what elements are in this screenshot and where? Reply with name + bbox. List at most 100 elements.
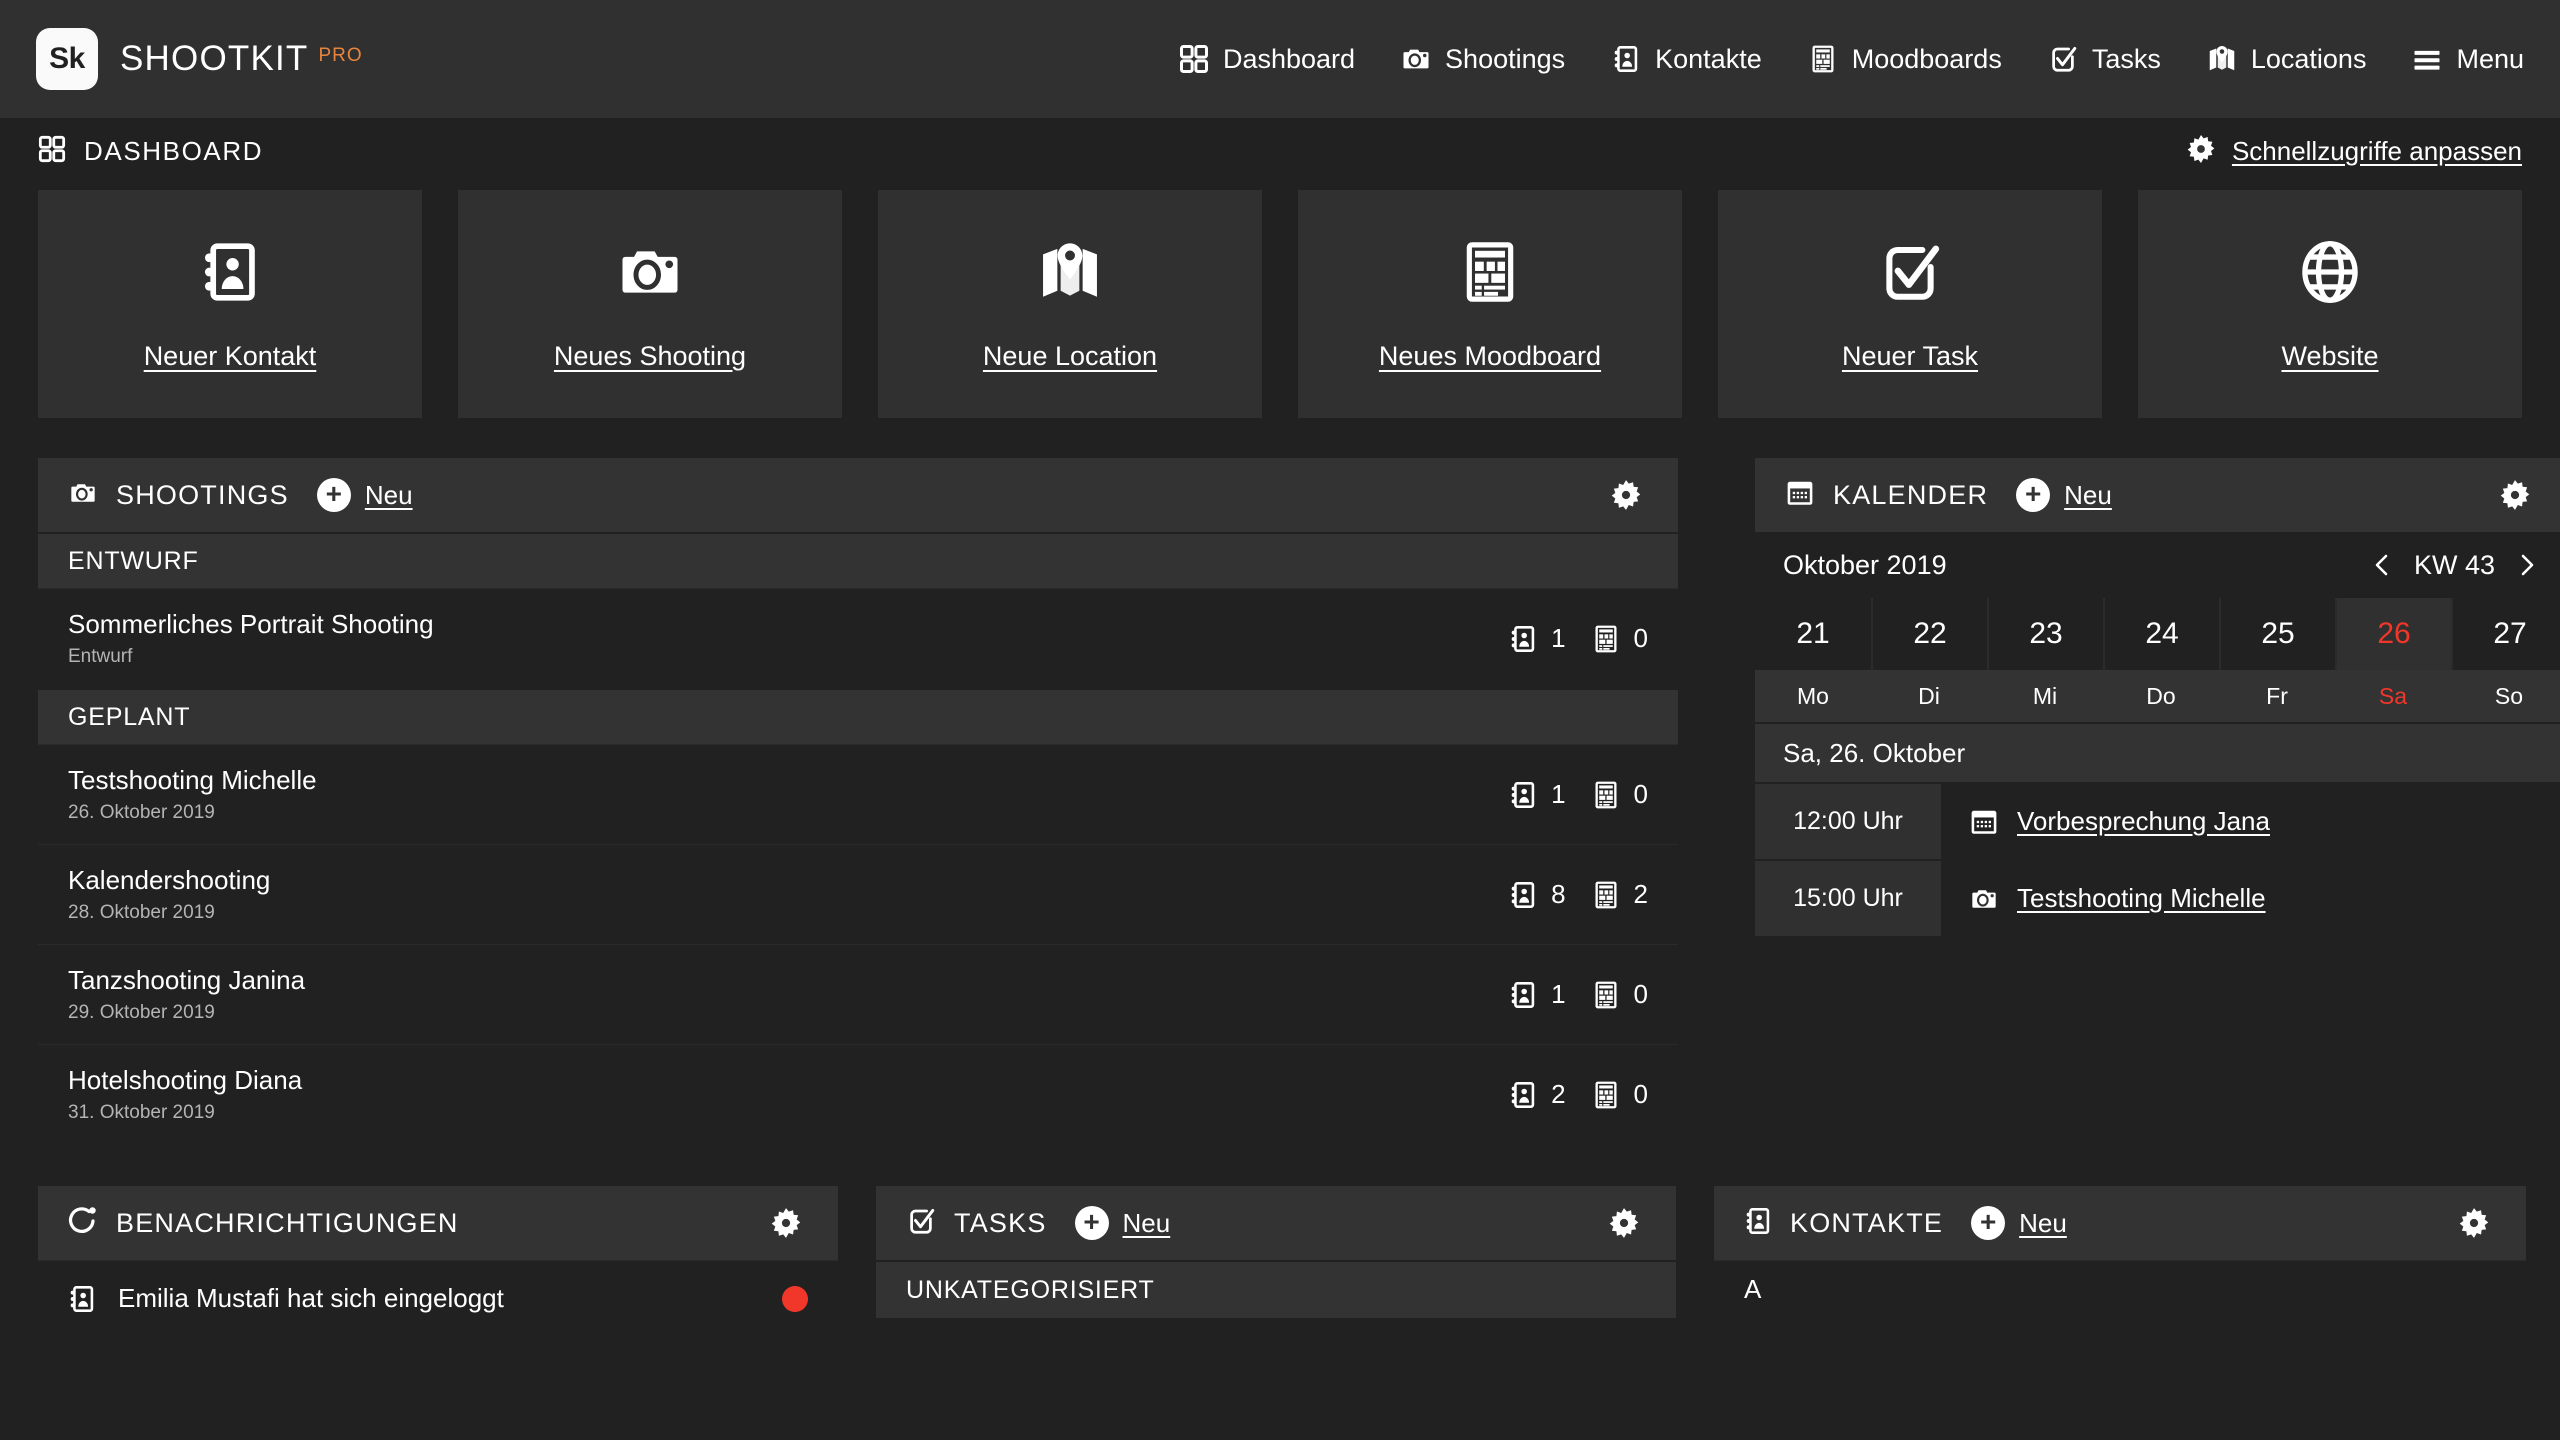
tile-label: Neuer Task — [1841, 340, 1979, 371]
panel-title: KALENDER — [1833, 479, 1989, 510]
plus-icon: + — [316, 478, 351, 512]
nav-item-shootings[interactable]: Shootings — [1401, 44, 1565, 75]
tile-neues-shooting[interactable]: Neues Shooting — [458, 190, 842, 418]
tasks-panel: TASKS + Neu UNKATEGORISIERT — [876, 1186, 1676, 1336]
bell-icon — [68, 1206, 98, 1241]
gear-icon — [1610, 479, 1642, 511]
page-header: DASHBOARD Schnellzugriffe anpassen — [0, 118, 2560, 184]
moodboard-icon — [1592, 980, 1620, 1010]
shootings-settings-button[interactable] — [1610, 479, 1642, 511]
event-body[interactable]: Vorbesprechung Jana — [1941, 784, 2560, 859]
table-row[interactable]: Testshooting Michelle 26. Oktober 2019 1… — [38, 744, 1678, 844]
calendar-day-21[interactable]: 21 — [1755, 598, 1871, 670]
shooting-info: Hotelshooting Diana 31. Oktober 2019 — [68, 1065, 302, 1124]
tile-neues-moodboard[interactable]: Neues Moodboard — [1298, 190, 1682, 418]
moodboard-count: 0 — [1592, 1079, 1648, 1110]
new-contact-button[interactable]: + Neu — [1971, 1206, 2067, 1240]
list-item[interactable]: Emilia Mustafi hat sich eingeloggt — [38, 1260, 838, 1336]
calendar-day-27[interactable]: 27 — [2451, 598, 2560, 670]
panel-title: KONTAKTE — [1790, 1207, 1944, 1238]
calendar-dow-mi: Mi — [1987, 670, 2103, 722]
calendar-day-22[interactable]: 22 — [1871, 598, 1987, 670]
brand-name: SHOOTKIT — [120, 39, 309, 78]
new-shooting-button[interactable]: + Neu — [316, 478, 413, 512]
calendar-week-label: KW 43 — [2413, 549, 2495, 580]
shooting-counts: 8 2 — [1509, 879, 1648, 910]
tile-neuer-task[interactable]: Neuer Task — [1718, 190, 2102, 418]
moodboard-icon — [1808, 44, 1838, 74]
shootings-panel-header: SHOOTINGS + Neu — [38, 458, 1678, 532]
calendar-settings-button[interactable] — [2499, 479, 2531, 511]
group-label: ENTWURF — [68, 546, 199, 575]
tile-website[interactable]: Website — [2138, 190, 2522, 418]
tasks-settings-button[interactable] — [1608, 1207, 1640, 1239]
page-title: DASHBOARD — [84, 135, 264, 166]
calendar-day-26-selected[interactable]: 26 — [2335, 598, 2451, 670]
prev-week-button[interactable] — [2370, 550, 2394, 580]
calendar-day-25[interactable]: 25 — [2219, 598, 2335, 670]
nav-item-label: Menu — [2456, 43, 2524, 74]
next-week-button[interactable] — [2515, 550, 2539, 580]
grid-icon — [1179, 44, 1209, 74]
event-time: 12:00 Uhr — [1755, 784, 1941, 859]
tile-neuer-kontakt[interactable]: Neuer Kontakt — [38, 190, 422, 418]
nav-item-label: Locations — [2250, 43, 2367, 74]
contacts-panel: KONTAKTE + Neu A — [1714, 1186, 2526, 1336]
nav-item-menu[interactable]: Menu — [2412, 44, 2524, 75]
panel-title: TASKS — [954, 1207, 1047, 1238]
calendar-dow-di: Di — [1871, 670, 1987, 722]
event-label[interactable]: Vorbesprechung Jana — [2017, 806, 2270, 837]
new-task-button[interactable]: + Neu — [1074, 1206, 1170, 1240]
nav-item-kontakte[interactable]: Kontakte — [1611, 44, 1762, 75]
tile-neue-location[interactable]: Neue Location — [878, 190, 1262, 418]
moodboard-count: 0 — [1592, 979, 1648, 1010]
group-header-geplant: GEPLANT — [38, 688, 1678, 744]
calendar-icon — [1969, 808, 1999, 836]
contacts-settings-button[interactable] — [2458, 1207, 2490, 1239]
page-title-group: DASHBOARD — [38, 135, 263, 168]
event-label[interactable]: Testshooting Michelle — [2017, 883, 2266, 914]
moodboard-icon — [1592, 1080, 1620, 1110]
customize-quick-access-button[interactable]: Schnellzugriffe anpassen — [2186, 134, 2522, 169]
calendar-event-row[interactable]: 15:00 Uhr Testshooting Michelle — [1755, 859, 2560, 936]
table-row[interactable]: Tanzshooting Janina 29. Oktober 2019 1 0 — [38, 944, 1678, 1044]
nav-item-moodboards[interactable]: Moodboards — [1808, 44, 2002, 75]
shooting-subtitle: 28. Oktober 2019 — [68, 902, 215, 923]
plus-icon: + — [2016, 478, 2051, 512]
camera-icon — [68, 479, 98, 512]
calendar-day-24[interactable]: 24 — [2103, 598, 2219, 670]
camera-icon — [616, 237, 684, 307]
calendar-panel: KALENDER + Neu Oktober 2019 KW 43 21 22 … — [1755, 458, 2560, 1144]
notifications-settings-button[interactable] — [770, 1207, 802, 1239]
calendar-dow-sa: Sa — [2335, 670, 2451, 722]
calendar-event-row[interactable]: 12:00 Uhr Vorbesprechung Jana — [1755, 782, 2560, 859]
grid-icon — [38, 135, 66, 168]
shooting-subtitle: 29. Oktober 2019 — [68, 1002, 215, 1023]
count-value: 0 — [1633, 979, 1648, 1009]
contact-book-icon — [1611, 44, 1641, 74]
nav-item-label: Moodboards — [1851, 43, 2002, 74]
gear-icon — [2499, 479, 2531, 511]
table-row[interactable]: Kalendershooting 28. Oktober 2019 8 2 — [38, 844, 1678, 944]
nav-item-label: Kontakte — [1655, 43, 1762, 74]
contact-book-icon — [68, 1284, 96, 1314]
count-value: 0 — [1633, 623, 1648, 653]
nav-item-locations[interactable]: Locations — [2207, 43, 2367, 75]
calendar-dow-do: Do — [2103, 670, 2219, 722]
event-body[interactable]: Testshooting Michelle — [1941, 861, 2560, 936]
globe-icon — [2298, 237, 2362, 307]
moodboard-count: 0 — [1592, 623, 1648, 654]
brand-logo[interactable]: Sk SHOOTKIT PRO — [36, 28, 363, 90]
nav-item-tasks[interactable]: Tasks — [2048, 44, 2161, 75]
tile-label: Neue Location — [982, 340, 1158, 371]
table-row[interactable]: Hotelshooting Diana 31. Oktober 2019 2 0 — [38, 1044, 1678, 1144]
nav-item-dashboard[interactable]: Dashboard — [1179, 44, 1355, 75]
table-row[interactable]: Sommerliches Portrait Shooting Entwurf 1… — [38, 588, 1678, 688]
calendar-month-bar: Oktober 2019 KW 43 — [1755, 532, 2560, 598]
shooting-counts: 1 0 — [1509, 979, 1648, 1010]
tile-label: Neues Moodboard — [1378, 340, 1602, 371]
calendar-dow-mo: Mo — [1755, 670, 1871, 722]
new-calendar-entry-button[interactable]: + Neu — [2016, 478, 2112, 512]
check-square-icon — [1877, 237, 1943, 307]
calendar-day-23[interactable]: 23 — [1987, 598, 2103, 670]
